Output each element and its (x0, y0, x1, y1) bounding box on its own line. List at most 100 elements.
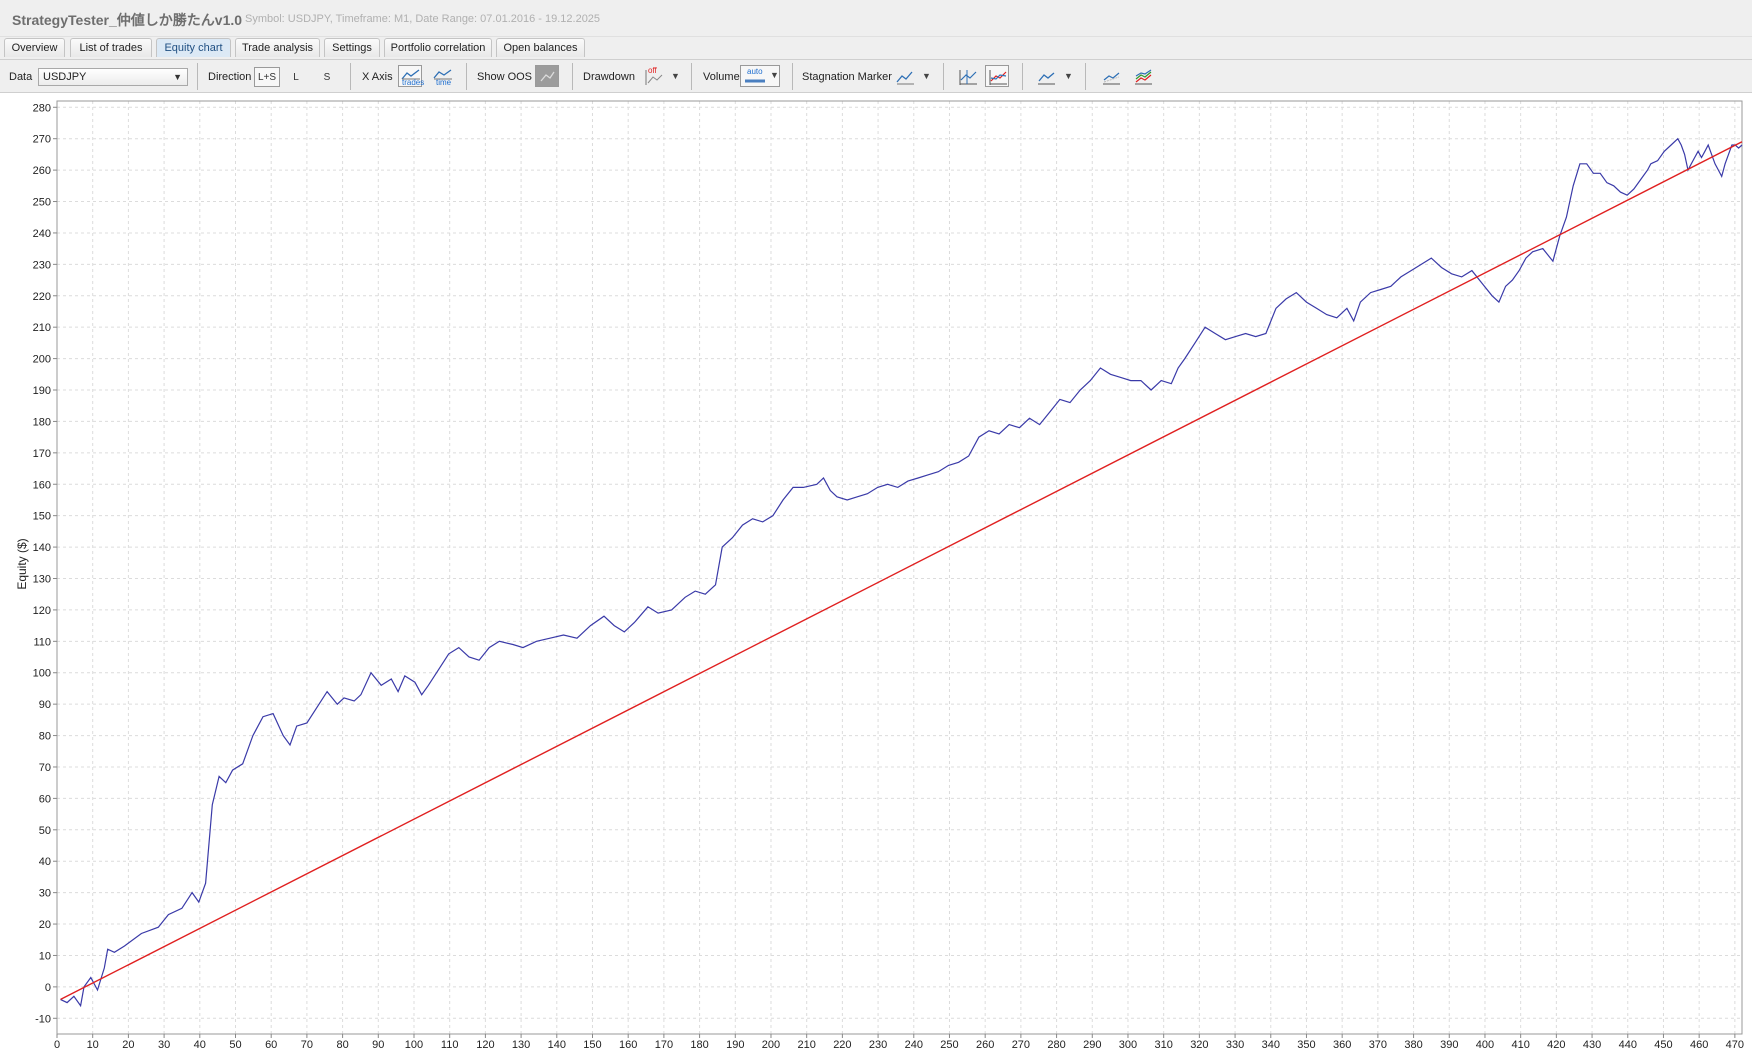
x-tick-label: 200 (762, 1039, 780, 1050)
data-label: Data (9, 71, 33, 83)
toolbar-separator (197, 63, 198, 90)
drawdown-dropdown-icon[interactable]: ▼ (671, 71, 680, 81)
x-tick-label: 80 (336, 1039, 348, 1050)
toolbar-separator (691, 63, 692, 90)
chart-grid (56, 101, 1742, 1034)
toolbar-separator (943, 63, 944, 90)
chart-type-icon (1038, 72, 1055, 85)
direction-label: Direction (208, 71, 252, 83)
y-tick-label: 220 (33, 291, 51, 303)
x-tick-label: 40 (194, 1039, 206, 1050)
y-axis-label: Equity ($) (15, 538, 29, 589)
drawdown-button[interactable]: off (641, 65, 665, 87)
tab-list-of-trades[interactable]: List of trades (70, 38, 152, 57)
trend-line (60, 141, 1743, 1001)
x-tick-label: 380 (1404, 1039, 1422, 1050)
tab-trade-analysis[interactable]: Trade analysis (235, 38, 320, 57)
y-tick-label: 30 (39, 888, 51, 900)
y-tick-label: 240 (33, 228, 51, 240)
x-tick-label: 120 (476, 1039, 494, 1050)
x-tick-label: 50 (229, 1039, 241, 1050)
x-tick-label: 30 (158, 1039, 170, 1050)
tab-portfolio-correlation[interactable]: Portfolio correlation (384, 38, 492, 57)
xaxis-trades-button[interactable]: trades (398, 65, 424, 87)
x-tick-label: 350 (1297, 1039, 1315, 1050)
x-tick-label: 110 (441, 1039, 459, 1050)
chevron-down-icon: ▼ (770, 70, 779, 80)
stagnation-marker-button[interactable] (892, 65, 916, 87)
x-tick-label: 220 (833, 1039, 851, 1050)
x-axis: 0 10 20 30 40 50 60 70 80 90 100 110 120 130 140 150 160… (54, 1034, 1744, 1050)
equity-chart[interactable]: -100102030405060708090100110120130140150… (0, 94, 1752, 1050)
show-oos-label: Show OOS (477, 71, 533, 83)
y-tick-label: 120 (33, 605, 51, 617)
x-tick-label: 0 (54, 1039, 60, 1050)
chart-compare-button[interactable] (985, 65, 1009, 87)
xaxis-time-text: time (436, 78, 452, 87)
direction-ls-button[interactable]: L+S (254, 67, 280, 87)
x-tick-label: 260 (976, 1039, 994, 1050)
multi-series-button[interactable] (1130, 65, 1154, 87)
plot-frame (56, 100, 1743, 1035)
data-select[interactable]: USDJPY ▼ (38, 68, 188, 86)
toolbar-separator (350, 63, 351, 90)
toolbar-separator (1022, 63, 1023, 90)
tab-overview[interactable]: Overview (4, 38, 65, 57)
y-tick-label: -10 (35, 1013, 51, 1025)
volume-icon-text: auto (747, 67, 763, 76)
line-overlay-icon (1103, 72, 1120, 85)
x-tick-label: 240 (905, 1039, 923, 1050)
data-select-value: USDJPY (43, 71, 87, 83)
stagnation-label: Stagnation Marker (802, 71, 892, 83)
y-tick-label: 210 (33, 322, 51, 334)
y-tick-label: 20 (39, 919, 51, 931)
drawdown-icon-text: off (648, 66, 657, 75)
app-subtitle: Symbol: USDJPY, Timeframe: M1, Date Rang… (245, 13, 601, 25)
tab-open-balances[interactable]: Open balances (496, 38, 585, 57)
toolbar-separator (792, 63, 793, 90)
x-tick-label: 270 (1012, 1039, 1030, 1050)
y-tick-label: 110 (33, 636, 51, 648)
y-axis: -10 0 10 20 30 40 50 60 70 80 90 100 110 120 130 140 150… (33, 102, 57, 1025)
x-tick-label: 170 (655, 1039, 673, 1050)
y-tick-label: 160 (33, 479, 51, 491)
tab-settings[interactable]: Settings (324, 38, 380, 57)
y-tick-label: 60 (39, 793, 51, 805)
x-tick-label: 410 (1511, 1039, 1529, 1050)
equity-chart-panel[interactable]: -10 0 10 20 30 40 50 60 70 80 90 100 110 120 130 140 150… (0, 94, 1752, 1050)
chart-type-button[interactable] (1033, 65, 1057, 87)
stagnation-dropdown-icon[interactable]: ▼ (922, 71, 931, 81)
xaxis-label: X Axis (362, 71, 393, 83)
x-tick-label: 470 (1726, 1039, 1744, 1050)
y-tick-label: 150 (33, 511, 51, 523)
show-oos-toggle[interactable] (535, 65, 559, 87)
chart-type-dropdown-icon[interactable]: ▼ (1064, 71, 1073, 81)
y-tick-label: 10 (39, 950, 51, 962)
x-tick-label: 430 (1583, 1039, 1601, 1050)
chevron-down-icon: ▼ (173, 72, 182, 82)
y-tick-label: 250 (33, 197, 51, 209)
y-tick-label: 180 (33, 416, 51, 428)
volume-button[interactable]: auto ▼ (740, 65, 780, 87)
toolbar: Data USDJPY ▼ Direction L+S L S X Axis t… (0, 59, 1752, 93)
chart-toggle-button[interactable] (955, 65, 979, 87)
direction-l-button[interactable]: L (283, 67, 309, 87)
drawdown-label: Drawdown (583, 71, 635, 83)
y-tick-label: 100 (33, 668, 51, 680)
x-tick-label: 70 (301, 1039, 313, 1050)
y-tick-label: 200 (33, 354, 51, 366)
y-tick-label: 70 (39, 762, 51, 774)
x-tick-label: 440 (1619, 1039, 1637, 1050)
line-overlay-button[interactable] (1098, 65, 1122, 87)
y-tick-label: 280 (33, 102, 51, 114)
tab-equity-chart[interactable]: Equity chart (156, 38, 231, 57)
x-tick-label: 20 (122, 1039, 134, 1050)
multi-series-icon (1135, 69, 1152, 85)
xaxis-time-button[interactable]: time (430, 65, 454, 87)
x-tick-label: 420 (1547, 1039, 1565, 1050)
x-tick-label: 160 (619, 1039, 637, 1050)
toolbar-separator (1085, 63, 1086, 90)
x-tick-label: 360 (1333, 1039, 1351, 1050)
volume-label: Volume (703, 71, 740, 83)
direction-s-button[interactable]: S (314, 67, 340, 87)
